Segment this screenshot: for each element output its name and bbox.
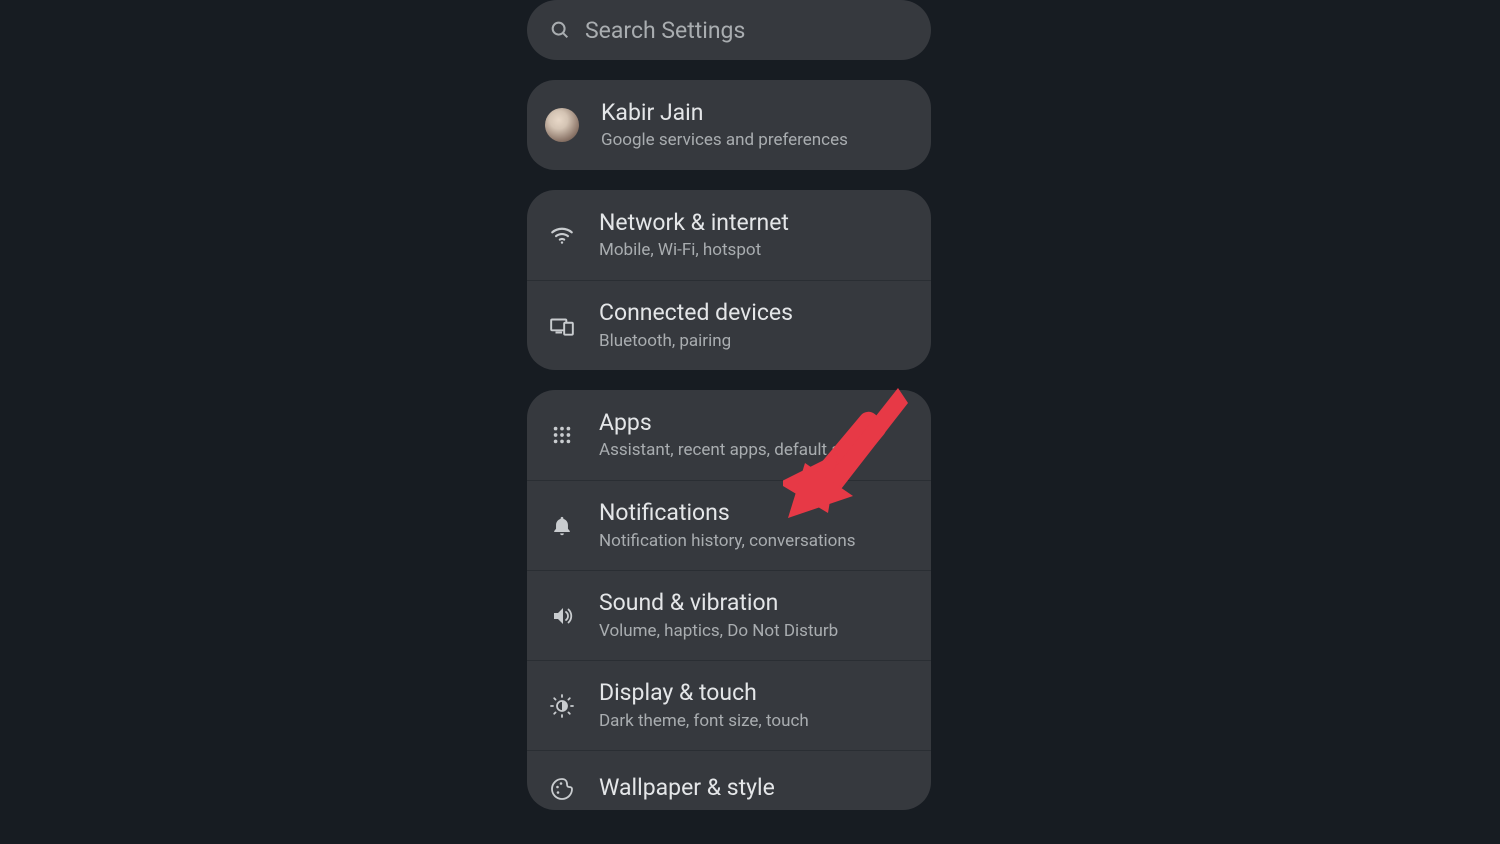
row-title: Wallpaper & style [599, 774, 775, 803]
settings-group-connectivity: Network & internet Mobile, Wi-Fi, hotspo… [527, 190, 931, 370]
settings-row-apps[interactable]: Apps Assistant, recent apps, default app… [527, 390, 931, 480]
account-row[interactable]: Kabir Jain Google services and preferenc… [527, 80, 931, 170]
row-title: Display & touch [599, 679, 809, 708]
notifications-icon [547, 511, 577, 541]
apps-icon [547, 420, 577, 450]
settings-screen: Search Settings Kabir Jain Google servic… [527, 0, 931, 844]
row-subtitle: Bluetooth, pairing [599, 330, 793, 352]
row-title: Sound & vibration [599, 589, 838, 618]
avatar [545, 108, 579, 142]
settings-row-wallpaper[interactable]: Wallpaper & style [527, 750, 931, 810]
row-title: Apps [599, 409, 868, 438]
wifi-icon [547, 220, 577, 250]
row-subtitle: Volume, haptics, Do Not Disturb [599, 620, 838, 642]
account-card: Kabir Jain Google services and preferenc… [527, 80, 931, 170]
search-icon [549, 19, 571, 41]
settings-row-notifications[interactable]: Notifications Notification history, conv… [527, 480, 931, 570]
settings-group-device: Apps Assistant, recent apps, default app… [527, 390, 931, 810]
sound-icon [547, 601, 577, 631]
settings-row-network[interactable]: Network & internet Mobile, Wi-Fi, hotspo… [527, 190, 931, 280]
row-subtitle: Dark theme, font size, touch [599, 710, 809, 732]
search-settings-bar[interactable]: Search Settings [527, 0, 931, 60]
palette-icon [547, 774, 577, 804]
row-title: Connected devices [599, 299, 793, 328]
row-subtitle: Assistant, recent apps, default apps [599, 439, 868, 461]
settings-row-connected-devices[interactable]: Connected devices Bluetooth, pairing [527, 280, 931, 370]
settings-row-sound[interactable]: Sound & vibration Volume, haptics, Do No… [527, 570, 931, 660]
devices-icon [547, 311, 577, 341]
account-name: Kabir Jain [601, 99, 848, 128]
row-subtitle: Notification history, conversations [599, 530, 856, 552]
account-subtitle: Google services and preferences [601, 129, 848, 151]
row-subtitle: Mobile, Wi-Fi, hotspot [599, 239, 789, 261]
row-title: Network & internet [599, 209, 789, 238]
display-icon [547, 691, 577, 721]
row-title: Notifications [599, 499, 856, 528]
settings-row-display[interactable]: Display & touch Dark theme, font size, t… [527, 660, 931, 750]
search-placeholder: Search Settings [585, 17, 745, 44]
